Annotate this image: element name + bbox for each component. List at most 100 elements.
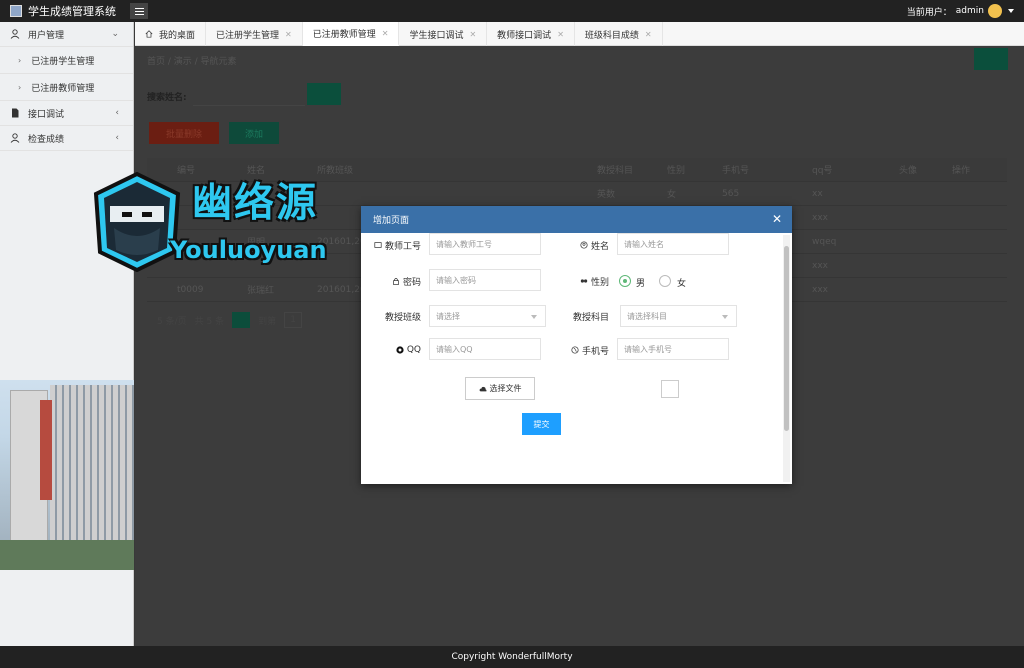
hamburger-line (134, 7, 144, 9)
placeholder: 请选择科目 (627, 311, 667, 321)
sidebar-item-api-debug[interactable]: 接口调试 ‹ (0, 101, 133, 126)
modal-scroll-thumb[interactable] (784, 246, 789, 431)
search-label: 搜索姓名: (147, 93, 187, 103)
batch-delete-label: 批量删除 (165, 129, 202, 140)
sidebar-item-label: 用户管理 (28, 30, 65, 41)
field-label: 密码 (402, 277, 421, 288)
gender-radio-female[interactable] (659, 275, 671, 287)
field-label: 教师工号 (384, 241, 421, 252)
footer: Copyright WonderfullMorty (0, 646, 1024, 668)
column-header: 性别 (667, 166, 686, 176)
current-user-name: admin (955, 6, 984, 16)
field-label: 教授班级 (384, 312, 421, 323)
search-input[interactable] (193, 84, 305, 106)
password-label: 密码 (365, 271, 421, 291)
phone-label: 手机号 (557, 340, 609, 360)
sidebar-item-label: 已注册教师管理 (31, 83, 95, 94)
qq-label: QQ (365, 340, 421, 360)
user-icon (10, 29, 20, 39)
building-shape (50, 385, 134, 560)
sidebar-item-check-scores[interactable]: 检查成绩 ‹ (0, 126, 133, 151)
name-label: 姓名 (561, 235, 609, 255)
name-input[interactable]: 请输入姓名 (617, 233, 729, 255)
password-input[interactable]: 请输入密码 (429, 269, 541, 291)
goto-label: 到第 (258, 316, 277, 327)
user-avatar-icon (988, 4, 1002, 18)
tab-registered-students[interactable]: 已注册学生管理 ✕ (206, 22, 303, 46)
cell-qq: xx (812, 188, 823, 199)
goto-page-input[interactable]: 1 (284, 312, 303, 328)
sidebar-item-user-management[interactable]: 用户管理 ⌄ (0, 22, 133, 47)
home-icon (145, 30, 153, 38)
building-sign (40, 400, 52, 500)
close-icon[interactable]: ✕ (772, 213, 782, 225)
sidebar-item-registered-students[interactable]: › 已注册学生管理 (0, 47, 133, 74)
tab-my-desktop[interactable]: 我的桌面 (135, 22, 207, 46)
page-button-current[interactable] (232, 312, 251, 328)
batch-delete-button[interactable]: 批量删除 (149, 122, 219, 144)
sidebar-item-label: 已注册学生管理 (31, 56, 95, 67)
document-icon (12, 108, 19, 118)
field-label: 姓名 (590, 241, 609, 252)
chevron-left-icon: ‹ (115, 108, 119, 118)
sidebar-item-registered-teachers[interactable]: › 已注册教师管理 (0, 74, 133, 101)
teacher-id-label: 教师工号 (365, 235, 421, 255)
tab-student-api-debug[interactable]: 学生接口调试 ✕ (399, 22, 488, 46)
cell-qq: xxx (812, 260, 828, 271)
column-header: 手机号 (722, 166, 750, 176)
phone-input[interactable]: 请输入手机号 (617, 338, 729, 360)
cell-id: t0009 (177, 284, 204, 295)
choose-file-button[interactable]: 选择文件 (465, 377, 535, 400)
app-title: 学生成绩管理系统 (28, 5, 116, 18)
building-ground (0, 540, 134, 570)
column-header: 教授科目 (597, 166, 634, 176)
cloud-upload-icon (479, 386, 486, 391)
placeholder: 请选择 (436, 311, 460, 321)
add-button[interactable]: 添加 (229, 122, 279, 144)
gender-radio-male[interactable] (619, 275, 631, 287)
watermark-en-text: Youluoyuan (170, 236, 327, 264)
placeholder: 请输入密码 (436, 275, 476, 285)
chevron-right-icon: › (18, 55, 22, 65)
search-button[interactable] (307, 83, 341, 105)
subject-select[interactable]: 请选择科目 (620, 305, 737, 327)
watermark-cn-text: 幽络源 (192, 180, 318, 226)
copyright-text: Copyright WonderfullMorty (451, 652, 573, 662)
choose-file-label: 选择文件 (489, 384, 522, 393)
tab-teacher-api-debug[interactable]: 教师接口调试 ✕ (487, 22, 575, 46)
close-icon[interactable]: ✕ (645, 30, 652, 39)
field-label: 性别 (590, 277, 609, 288)
class-select[interactable]: 请选择 (429, 305, 546, 327)
field-label: QQ (406, 345, 421, 355)
qq-input[interactable]: 请输入QQ (429, 338, 541, 360)
refresh-button[interactable] (974, 48, 1008, 70)
chevron-right-icon: › (18, 82, 22, 92)
tab-class-subject-scores[interactable]: 班级科目成绩 ✕ (575, 22, 663, 46)
cell-qq: wqeq (812, 236, 837, 247)
teacher-id-input[interactable]: 请输入教师工号 (429, 233, 541, 255)
close-icon[interactable]: ✕ (285, 30, 292, 39)
placeholder: 请输入姓名 (624, 239, 664, 249)
caret-down-icon (531, 315, 537, 319)
chevron-down-icon: ⌄ (111, 29, 119, 39)
cell-subject: 英数 (597, 190, 616, 200)
placeholder: 请输入手机号 (624, 344, 672, 354)
cell-qq: xxx (812, 284, 828, 295)
close-icon[interactable]: ✕ (382, 29, 389, 38)
watermark: 幽络源 Youluoyuan (92, 170, 392, 280)
user-circle-icon (580, 241, 588, 249)
tab-label: 已注册教师管理 (312, 29, 376, 40)
tab-label: 已注册学生管理 (216, 30, 280, 41)
menu-toggle-button[interactable] (130, 3, 148, 19)
close-icon[interactable]: ✕ (469, 30, 476, 39)
page-size-select[interactable]: 5 条/页 (157, 314, 187, 327)
user-menu[interactable]: 当前用户： admin (907, 0, 1014, 22)
close-icon[interactable]: ✕ (557, 30, 564, 39)
caret-down-icon (1008, 9, 1014, 13)
submit-button[interactable]: 提交 (522, 413, 561, 435)
tab-registered-teachers[interactable]: 已注册教师管理 ✕ (302, 22, 400, 46)
column-header: 操作 (952, 166, 971, 176)
breadcrumb: 首页 / 演示 / 导航元素 (147, 57, 237, 67)
id-card-icon (374, 242, 382, 248)
cell-gender: 女 (667, 190, 677, 200)
